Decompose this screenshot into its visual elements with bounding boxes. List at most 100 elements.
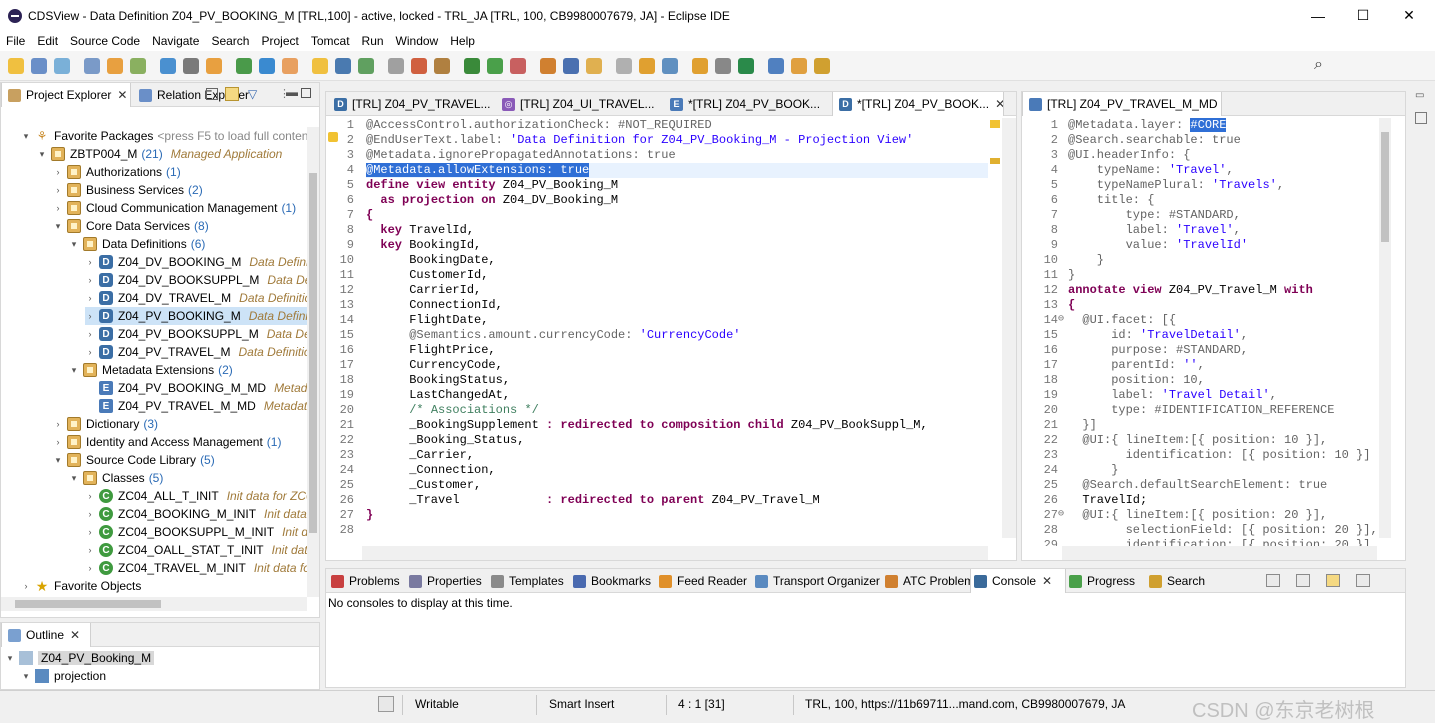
display-console-icon[interactable] (1296, 574, 1310, 587)
editor-vertical-scrollbar[interactable] (1002, 118, 1016, 538)
menu-tomcat[interactable]: Tomcat (305, 34, 356, 48)
link-with-editor-icon[interactable] (225, 87, 239, 101)
menu-edit[interactable]: Edit (31, 34, 64, 48)
toolbar-button-icon[interactable] (464, 58, 480, 74)
tree-item[interactable]: › Cloud Communication Management (1) (53, 199, 296, 217)
collapsed-icon[interactable]: › (85, 491, 95, 501)
toolbar-button-icon[interactable] (715, 58, 731, 74)
toolbar-button-icon[interactable] (259, 58, 275, 74)
toolbar-button-icon[interactable] (107, 58, 123, 74)
tab-outline[interactable]: Outline ✕ (1, 623, 91, 647)
collapsed-icon[interactable]: › (53, 419, 63, 429)
editor-tab[interactable]: E *[TRL] Z04_PV_BOOK... (664, 92, 832, 116)
bottom-tab[interactable]: Templates (488, 569, 570, 593)
editor-tab[interactable]: ◎ [TRL] Z04_UI_TRAVEL... (496, 92, 664, 116)
tree-item[interactable]: › D Z04_PV_BOOKSUPPL_M Data Definition (85, 325, 307, 343)
expanded-icon[interactable]: ▾ (69, 239, 79, 250)
menu-navigate[interactable]: Navigate (146, 34, 205, 48)
toolbar-button-icon[interactable] (616, 58, 632, 74)
toolbar-button-icon[interactable] (411, 58, 427, 74)
toolbar-button-icon[interactable] (563, 58, 579, 74)
editor-tab[interactable]: D *[TRL] Z04_PV_BOOK... ✕ (832, 92, 1004, 116)
expanded-icon[interactable]: ▾ (21, 131, 31, 142)
toolbar-button-icon[interactable] (791, 58, 807, 74)
tree-item[interactable]: › Authorizations (1) (53, 163, 181, 181)
menu-project[interactable]: Project (255, 34, 304, 48)
tree-item[interactable]: › D Z04_DV_BOOKSUPPL_M Data Definition (85, 271, 307, 289)
toolbar-button-icon[interactable] (8, 58, 24, 74)
toolbar-button-icon[interactable] (540, 58, 556, 74)
bottom-tab[interactable]: Search (1146, 569, 1210, 593)
bottom-tab[interactable]: Feed Reader (656, 569, 752, 593)
toolbar-button-icon[interactable] (282, 58, 298, 74)
close-icon[interactable]: ✕ (1042, 574, 1052, 588)
toolbar-button-icon[interactable] (236, 58, 252, 74)
tree-item[interactable]: › C ZC04_BOOKING_M_INIT Init data for (85, 505, 307, 523)
toolbar-button-icon[interactable] (510, 58, 526, 74)
collapsed-icon[interactable]: › (85, 293, 95, 303)
scrollbar-thumb[interactable] (1381, 132, 1389, 242)
bottom-tab[interactable]: ATC Problems (882, 569, 970, 593)
menu-run[interactable]: Run (356, 34, 390, 48)
tree-item[interactable]: E Z04_PV_TRAVEL_M_MD Metadata Extension (85, 397, 307, 415)
tree-item[interactable]: ▾ Data Definitions (6) (69, 235, 205, 253)
view-menu-icon[interactable] (1356, 574, 1370, 587)
tree-item[interactable]: E Z04_PV_BOOKING_M_MD Metadata Extension (85, 379, 307, 397)
toolbar-button-icon[interactable] (31, 58, 47, 74)
tree-item[interactable]: › C ZC04_OALL_STAT_T_INIT Init data for (85, 541, 307, 559)
collapsed-icon[interactable]: › (53, 203, 63, 213)
toolbar-button-icon[interactable] (487, 58, 503, 74)
tab-relation-explorer[interactable]: Relation Explorer (133, 83, 263, 107)
close-icon[interactable]: ✕ (70, 628, 80, 642)
close-icon[interactable]: ✕ (995, 97, 1003, 111)
tree-item[interactable]: ▾ Metadata Extensions (2) (69, 361, 233, 379)
tree-item[interactable]: › D Z04_DV_TRAVEL_M Data Definition (85, 289, 307, 307)
toolbar-button-icon[interactable] (586, 58, 602, 74)
expanded-icon[interactable]: ▾ (69, 473, 79, 484)
collapsed-icon[interactable]: › (85, 329, 95, 339)
toolbar-button-icon[interactable] (738, 58, 754, 74)
collapsed-icon[interactable]: › (85, 545, 95, 555)
tree-item[interactable]: ▾ Core Data Services (8) (53, 217, 209, 235)
filter-icon[interactable]: ▽ (248, 87, 257, 101)
collapsed-icon[interactable]: › (85, 527, 95, 537)
bottom-tab[interactable]: Bookmarks (570, 569, 656, 593)
menu-source-code[interactable]: Source Code (64, 34, 146, 48)
search-icon[interactable]: ⌕ (1314, 56, 1323, 74)
tree-item[interactable]: › D Z04_PV_BOOKING_M Data Definition (85, 307, 307, 325)
toolbar-button-icon[interactable] (662, 58, 678, 74)
toolbar-button-icon[interactable] (768, 58, 784, 74)
expanded-icon[interactable]: ▾ (53, 221, 63, 232)
status-icon[interactable] (378, 696, 394, 712)
toolbar-button-icon[interactable] (814, 58, 830, 74)
toolbar-button-icon[interactable] (358, 58, 374, 74)
tree-item[interactable]: › ★ Favorite Objects (21, 577, 142, 595)
toolbar-button-icon[interactable] (312, 58, 328, 74)
menu-help[interactable]: Help (444, 34, 481, 48)
pin-console-icon[interactable] (1266, 574, 1280, 587)
tree-item[interactable]: › C ZC04_TRAVEL_M_INIT Init data for (85, 559, 307, 577)
tree-item[interactable]: ▾ ⚘ Favorite Packages <press F5 to load ful… (21, 127, 307, 145)
tree-item[interactable]: › C ZC04_ALL_T_INIT Init data for ZC04 (85, 487, 307, 505)
side-editor-vertical-scrollbar[interactable] (1379, 118, 1391, 538)
warning-overview-marker[interactable] (990, 120, 1000, 128)
minimize-button[interactable]: — (1295, 0, 1341, 31)
toolbar-button-icon[interactable] (54, 58, 70, 74)
scrollbar-thumb[interactable] (309, 173, 317, 533)
warning-overview-marker[interactable] (990, 158, 1000, 164)
menu-window[interactable]: Window (390, 34, 445, 48)
toolbar-button-icon[interactable] (434, 58, 450, 74)
toolbar-button-icon[interactable] (692, 58, 708, 74)
editor-horizontal-scrollbar[interactable] (362, 546, 988, 560)
tree-horizontal-scrollbar[interactable] (1, 597, 307, 611)
bottom-tab[interactable]: Transport Organizer (752, 569, 882, 593)
collapsed-icon[interactable]: › (85, 257, 95, 267)
minimize-view-icon[interactable]: ▬ (286, 85, 298, 99)
side-editor-horizontal-scrollbar[interactable] (1062, 546, 1377, 560)
toolbar-button-icon[interactable] (639, 58, 655, 74)
outline-item[interactable]: ▾ Z04_PV_Booking_M (5, 649, 155, 667)
tree-vertical-scrollbar[interactable] (307, 127, 319, 597)
collapsed-icon[interactable]: › (53, 437, 63, 447)
toolbar-button-icon[interactable] (84, 58, 100, 74)
toolbar-button-icon[interactable] (335, 58, 351, 74)
